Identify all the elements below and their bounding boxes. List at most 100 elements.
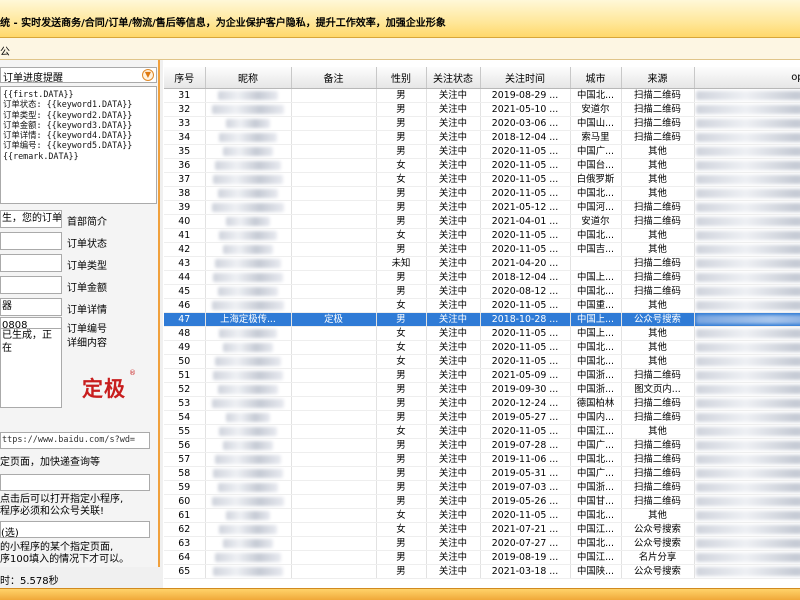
miniprogram-hint-2: 程序必须和公众号关联! [0, 506, 105, 517]
table-row[interactable]: 57 男关注中 2019-11-06 ... 中国北... 扫描二维码 [164, 452, 800, 467]
table-row[interactable]: 40 男关注中 2021-04-01 ... 安道尔 扫描二维码 [164, 214, 800, 229]
table-row[interactable]: 61 女关注中 2020-11-05 ... 中国北... 其他 [164, 508, 800, 523]
cell-source: 其他 [621, 242, 695, 257]
detail-content-field[interactable]: 已生成，正在 [0, 328, 62, 408]
cell-source: 其他 [621, 158, 695, 173]
follower-table-container[interactable]: 序号昵称备注性别关注状态关注时间城市来源openID 31男关注中2019-08… [164, 67, 800, 588]
table-row[interactable]: 34 男关注中 2018-12-04 ... 索马里 扫描二维码 [164, 130, 800, 145]
table-row[interactable]: 38 男关注中 2020-11-05 ... 中国北... 其他 [164, 186, 800, 201]
redacted-nickname [226, 412, 270, 422]
cell-remark [291, 522, 377, 537]
cell-gender: 男 [376, 144, 427, 159]
table-row[interactable]: 33 男关注中 2020-03-06 ... 中国山... 扫描二维码 [164, 116, 800, 131]
cell-time: 2019-05-31 ... [480, 466, 571, 481]
form-field-input[interactable]: 生，您的订单 [0, 210, 62, 228]
form-field-input[interactable] [0, 254, 62, 272]
column-header[interactable]: 关注状态 [426, 67, 481, 89]
redacted-nickname [223, 538, 273, 548]
table-row[interactable]: 65 男关注中 2021-03-18 ... 中国陕... 公众号搜索 [164, 564, 800, 579]
cell-openid [694, 144, 800, 159]
cell-id: 33 [164, 116, 206, 131]
cell-city: 中国北... [570, 452, 622, 467]
column-header[interactable]: 昵称 [205, 67, 292, 89]
cell-status: 关注中 [426, 214, 481, 229]
table-row[interactable]: 41 女关注中 2020-11-05 ... 中国北... 其他 [164, 228, 800, 243]
cell-nickname [205, 396, 292, 411]
table-row[interactable]: 58 男关注中 2019-05-31 ... 中国广... 扫描二维码 [164, 466, 800, 481]
column-header[interactable]: openID [694, 67, 800, 89]
redacted-openid [695, 160, 800, 170]
cell-time: 2020-11-05 ... [480, 298, 571, 313]
cell-city: 中国北... [570, 284, 622, 299]
table-row[interactable]: 43 未知 关注中 2021-04-20 ... 扫描二维码 [164, 256, 800, 271]
table-row[interactable]: 51 男关注中 2021-05-09 ... 中国浙... 扫描二维码 [164, 368, 800, 383]
table-row[interactable]: 36 女关注中 2020-11-05 ... 中国台... 其他 [164, 158, 800, 173]
table-row[interactable]: 48 女关注中 2020-11-05 ... 中国上... 其他 [164, 326, 800, 341]
table-row[interactable]: 32 男关注中 2021-05-10 ... 安道尔 扫描二维码 [164, 102, 800, 117]
table-row[interactable]: 54 男关注中 2019-05-27 ... 中国内... 扫描二维码 [164, 410, 800, 425]
cell-city: 中国浙... [570, 382, 622, 397]
cell-time: 2020-11-05 ... [480, 228, 571, 243]
table-row[interactable]: 60 男关注中 2019-05-26 ... 中国甘... 扫描二维码 [164, 494, 800, 509]
column-header[interactable]: 城市 [570, 67, 622, 89]
cell-gender: 男 [376, 410, 427, 425]
form-field-input[interactable] [0, 232, 62, 250]
table-row[interactable]: 53 男关注中 2020-12-24 ... 德国柏林 扫描二维码 [164, 396, 800, 411]
form-field-input[interactable] [0, 276, 62, 294]
table-row[interactable]: 55 女关注中 2020-11-05 ... 中国江... 其他 [164, 424, 800, 439]
table-row[interactable]: 45 男关注中 2020-08-12 ... 中国北... 扫描二维码 [164, 284, 800, 299]
cell-openid [694, 340, 800, 355]
menu-item[interactable]: 公 [0, 43, 10, 58]
cell-id: 40 [164, 214, 206, 229]
cell-openid [694, 186, 800, 201]
column-header[interactable]: 关注时间 [480, 67, 571, 89]
redacted-nickname [219, 230, 277, 240]
miniprogram-page-field[interactable]: (选) [0, 521, 150, 539]
column-header[interactable]: 备注 [291, 67, 377, 89]
table-row[interactable]: 31 男关注中 2019-08-29 ... 中国北... 扫描二维码 [164, 88, 800, 103]
redacted-nickname [212, 104, 284, 114]
column-header[interactable]: 序号 [164, 67, 206, 89]
cell-nickname [205, 214, 292, 229]
cell-id: 35 [164, 144, 206, 159]
chevron-down-icon[interactable]: ▼ [142, 69, 154, 81]
table-row[interactable]: 62 女关注中 2021-07-21 ... 中国江... 公众号搜索 [164, 522, 800, 537]
cell-openid [694, 214, 800, 229]
url-field[interactable]: ttps://www.baidu.com/s?wd= [0, 432, 150, 449]
cell-remark [291, 480, 377, 495]
cell-openid [694, 424, 800, 439]
form-field-input[interactable]: 器 [0, 298, 62, 316]
cell-city: 中国台... [570, 158, 622, 173]
cell-gender: 男 [376, 214, 427, 229]
redacted-nickname [219, 132, 277, 142]
cell-time: 2020-12-24 ... [480, 396, 571, 411]
cell-id: 52 [164, 382, 206, 397]
table-row[interactable]: 49 女关注中 2020-11-05 ... 中国北... 其他 [164, 340, 800, 355]
table-row[interactable]: 46 女关注中 2020-11-05 ... 中国重... 其他 [164, 298, 800, 313]
template-select-value: 订单进度提醒 [3, 73, 63, 84]
column-header[interactable]: 性别 [376, 67, 427, 89]
table-row[interactable]: 42 男关注中 2020-11-05 ... 中国吉... 其他 [164, 242, 800, 257]
table-row[interactable]: 56 男关注中 2019-07-28 ... 中国广... 扫描二维码 [164, 438, 800, 453]
table-row[interactable]: 37 女关注中 2020-11-05 ... 白俄罗斯 其他 [164, 172, 800, 187]
table-row[interactable]: 47 上海定极传... 定极男关注中 2018-10-28 ... 中国上... 公众号搜… [164, 312, 800, 327]
table-row[interactable]: 63 男关注中 2020-07-27 ... 中国北... 公众号搜索 [164, 536, 800, 551]
template-select[interactable]: 订单进度提醒 ▼ [0, 67, 157, 84]
miniprogram-appid-field[interactable] [0, 474, 150, 491]
cell-gender: 男 [376, 200, 427, 215]
template-content[interactable]: {{first.DATA}} 订单状态: {{keyword1.DATA}} 订… [0, 86, 157, 204]
table-row[interactable]: 59 男关注中 2019-07-03 ... 中国浙... 扫描二维码 [164, 480, 800, 495]
table-row[interactable]: 64 男关注中 2019-08-19 ... 中国江... 名片分享 [164, 550, 800, 565]
table-row[interactable]: 39 男关注中 2021-05-12 ... 中国河... 扫描二维码 [164, 200, 800, 215]
table-row[interactable]: 35 男关注中 2020-11-05 ... 中国广... 其他 [164, 144, 800, 159]
cell-city: 索马里 [570, 130, 622, 145]
cell-status: 关注中 [426, 536, 481, 551]
cell-source: 扫描二维码 [621, 284, 695, 299]
table-row[interactable]: 50 女关注中 2020-11-05 ... 中国北... 其他 [164, 354, 800, 369]
table-row[interactable]: 44 男关注中 2018-12-04 ... 中国上... 扫描二维码 [164, 270, 800, 285]
column-header[interactable]: 来源 [621, 67, 695, 89]
cell-id: 57 [164, 452, 206, 467]
table-row[interactable]: 52 男关注中 2019-09-30 ... 中国浙... 图文页内... [164, 382, 800, 397]
redacted-nickname [218, 188, 278, 198]
cell-city: 中国江... [570, 550, 622, 565]
